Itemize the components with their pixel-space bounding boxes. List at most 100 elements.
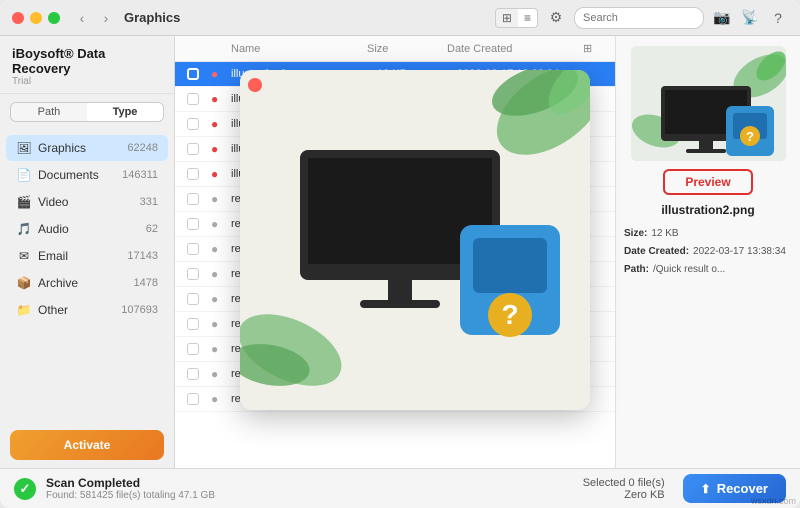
- search-input[interactable]: [574, 7, 704, 29]
- file-type-icon: ●: [211, 92, 231, 106]
- selected-files-count: Selected 0 file(s): [583, 477, 665, 489]
- sidebar-item-documents[interactable]: 📄 Documents 146311: [6, 162, 168, 188]
- date-value: 2022-03-17 13:38:34: [693, 243, 786, 261]
- file-type-icon: ●: [211, 167, 231, 181]
- row-checkbox[interactable]: [187, 93, 211, 105]
- back-button[interactable]: ‹: [72, 8, 92, 28]
- app-subtitle: Trial: [12, 76, 162, 87]
- help-icon[interactable]: ?: [768, 8, 788, 28]
- selected-files-size: Zero KB: [583, 489, 665, 501]
- minimize-button[interactable]: [30, 12, 42, 24]
- sidebar-label-audio: Audio: [38, 222, 142, 236]
- row-checkbox[interactable]: [187, 368, 211, 380]
- sidebar-label-graphics: Graphics: [38, 141, 123, 155]
- row-checkbox[interactable]: [187, 268, 211, 280]
- row-checkbox[interactable]: [187, 168, 211, 180]
- row-checkbox[interactable]: [187, 118, 211, 130]
- filter-icon[interactable]: ⚙: [546, 8, 566, 28]
- grid-view-button[interactable]: ⊞: [496, 9, 518, 27]
- nav-controls: ‹ ›: [72, 8, 116, 28]
- file-type-icon: ●: [211, 367, 231, 381]
- watermark: wsxdn.com: [751, 496, 796, 506]
- row-checkbox[interactable]: [187, 393, 211, 405]
- camera-icon[interactable]: 📷: [712, 8, 732, 28]
- sidebar-label-documents: Documents: [38, 168, 118, 182]
- preview-meta: Size: 12 KB Date Created: 2022-03-17 13:…: [624, 225, 792, 279]
- sidebar-item-other[interactable]: 📁 Other 107693: [6, 297, 168, 323]
- scan-text: Scan Completed Found: 581425 file(s) tot…: [46, 476, 573, 501]
- window-controls: [12, 12, 60, 24]
- row-checkbox[interactable]: [187, 68, 211, 80]
- wifi-icon: 📡: [740, 8, 760, 28]
- audio-icon: 🎵: [16, 221, 32, 237]
- preview-date-row: Date Created: 2022-03-17 13:38:34: [624, 243, 792, 261]
- forward-button[interactable]: ›: [96, 8, 116, 28]
- file-type-icon: ●: [211, 267, 231, 281]
- path-value: /Quick result o...: [653, 261, 725, 279]
- graphics-icon: 🖼: [16, 140, 32, 156]
- archive-icon: 📦: [16, 275, 32, 291]
- size-value: 12 KB: [651, 225, 678, 243]
- row-checkbox[interactable]: [187, 318, 211, 330]
- row-checkbox[interactable]: [187, 193, 211, 205]
- sidebar-item-audio[interactable]: 🎵 Audio 62: [6, 216, 168, 242]
- sidebar-count-video: 331: [140, 196, 158, 208]
- sidebar-item-archive[interactable]: 📦 Archive 1478: [6, 270, 168, 296]
- sidebar-label-archive: Archive: [38, 276, 130, 290]
- preview-thumbnail: ?: [631, 46, 786, 161]
- recover-label: Recover: [717, 481, 768, 496]
- scan-title: Scan Completed: [46, 476, 573, 490]
- recover-icon: ⬆: [701, 482, 711, 496]
- documents-icon: 📄: [16, 167, 32, 183]
- row-checkbox[interactable]: [187, 243, 211, 255]
- status-bar: ✓ Scan Completed Found: 581425 file(s) t…: [0, 468, 800, 508]
- sidebar-count-documents: 146311: [122, 169, 158, 181]
- sidebar-label-video: Video: [38, 195, 136, 209]
- sidebar-item-graphics[interactable]: 🖼 Graphics 62248: [6, 135, 168, 161]
- large-preview-image: ?: [240, 70, 590, 410]
- scan-subtitle: Found: 581425 file(s) totaling 47.1 GB: [46, 490, 573, 501]
- preview-path-row: Path: /Quick result o...: [624, 261, 792, 279]
- preview-image: ?: [631, 46, 786, 161]
- file-type-icon: ●: [211, 392, 231, 406]
- app-title: iBoysoft® Data Recovery: [12, 46, 162, 76]
- sidebar-count-audio: 62: [146, 223, 158, 235]
- list-view-button[interactable]: ≡: [518, 9, 537, 27]
- toolbar-icons: ⊞ ≡ ⚙ 📷 📡 ?: [495, 7, 788, 29]
- scan-complete-icon: ✓: [14, 478, 36, 500]
- maximize-button[interactable]: [48, 12, 60, 24]
- title-bar: ‹ › Graphics ⊞ ≡ ⚙ 📷 📡 ?: [0, 0, 800, 36]
- sidebar-item-email[interactable]: ✉ Email 17143: [6, 243, 168, 269]
- file-type-icon: ●: [211, 317, 231, 331]
- file-type-icon: ●: [211, 217, 231, 231]
- email-icon: ✉: [16, 248, 32, 264]
- preview-button[interactable]: Preview: [663, 169, 752, 195]
- close-button[interactable]: [12, 12, 24, 24]
- svg-text:?: ?: [746, 129, 754, 144]
- file-type-icon: ●: [211, 292, 231, 306]
- header-size: Size: [367, 43, 447, 55]
- type-tab[interactable]: Type: [87, 103, 163, 121]
- row-checkbox[interactable]: [187, 143, 211, 155]
- row-checkbox[interactable]: [187, 343, 211, 355]
- row-checkbox[interactable]: [187, 218, 211, 230]
- file-type-icon: ●: [211, 192, 231, 206]
- sidebar-label-other: Other: [38, 303, 117, 317]
- row-checkbox[interactable]: [187, 293, 211, 305]
- other-icon: 📁: [16, 302, 32, 318]
- large-preview-close-button[interactable]: [248, 78, 262, 92]
- date-label: Date Created:: [624, 243, 689, 261]
- path-tab[interactable]: Path: [11, 103, 87, 121]
- sidebar-item-video[interactable]: 🎬 Video 331: [6, 189, 168, 215]
- sidebar-label-email: Email: [38, 249, 123, 263]
- preview-filename: illustration2.png: [661, 203, 754, 217]
- file-type-icon: ●: [211, 142, 231, 156]
- activate-button[interactable]: Activate: [10, 430, 164, 460]
- large-preview-overlay: ?: [240, 70, 590, 410]
- sidebar-count-archive: 1478: [134, 277, 158, 289]
- filter-tabs: Path Type: [10, 102, 164, 122]
- file-list-header: Name Size Date Created ⊞: [175, 36, 615, 62]
- preview-button-row: Preview: [663, 169, 752, 195]
- svg-text:?: ?: [501, 299, 518, 330]
- file-type-icon: ●: [211, 117, 231, 131]
